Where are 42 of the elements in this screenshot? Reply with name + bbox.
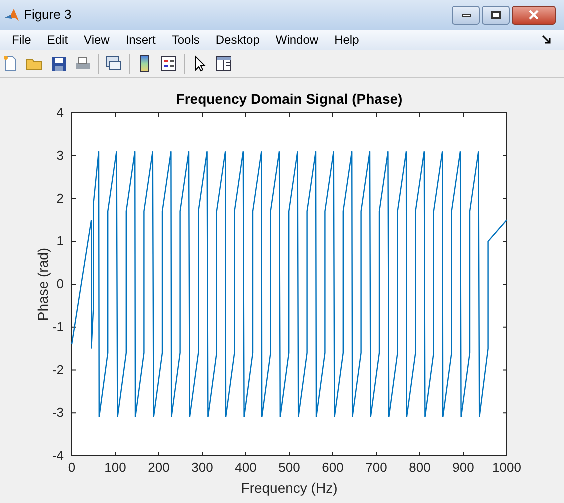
x-tick-label: 400 xyxy=(235,460,257,475)
x-tick-label: 700 xyxy=(366,460,388,475)
menu-item[interactable]: File xyxy=(4,31,40,49)
y-tick-label: 3 xyxy=(56,148,64,163)
maximize-button[interactable] xyxy=(482,6,510,24)
dock-arrow-icon[interactable] xyxy=(542,35,552,45)
y-tick-label: 0 xyxy=(56,276,64,292)
y-tick-label: 2 xyxy=(56,190,64,206)
y-tick-label: 1 xyxy=(56,234,64,249)
window-title: Figure 3 xyxy=(24,6,72,24)
x-tick-label: 0 xyxy=(68,460,76,475)
legend-icon[interactable] xyxy=(160,54,178,72)
y-tick-label: -1 xyxy=(52,319,64,334)
menu-item[interactable]: View xyxy=(76,31,118,49)
linked-windows-icon[interactable] xyxy=(105,54,123,72)
x-axis-label: Frequency (Hz) xyxy=(241,480,338,496)
menu-item[interactable]: Help xyxy=(326,31,368,49)
menu-item[interactable]: Insert xyxy=(118,31,164,49)
menu-item[interactable]: Tools xyxy=(164,31,208,49)
y-tick-label: -3 xyxy=(52,405,64,420)
y-tick-label: 4 xyxy=(56,105,64,120)
matlab-logo-icon xyxy=(4,7,20,23)
close-icon xyxy=(529,10,539,20)
x-tick-label: 500 xyxy=(278,460,300,475)
minimize-button[interactable] xyxy=(452,6,480,24)
y-tick-label: -4 xyxy=(52,448,64,463)
x-tick-label: 200 xyxy=(148,460,170,475)
y-tick-label: -2 xyxy=(52,362,64,378)
x-tick-label: 600 xyxy=(322,460,344,475)
x-tick-label: 100 xyxy=(104,460,126,475)
menu-item[interactable]: Edit xyxy=(39,31,76,49)
x-tick-label: 800 xyxy=(409,460,431,475)
close-button[interactable] xyxy=(512,6,556,24)
y-axis-label: Phase (rad) xyxy=(35,248,51,322)
x-tick-label: 900 xyxy=(452,460,474,475)
menu-item[interactable]: Desktop xyxy=(208,31,268,49)
panel-layout-icon[interactable] xyxy=(215,54,233,72)
x-tick-label: 300 xyxy=(192,460,214,475)
chart-title: Frequency Domain Signal (Phase) xyxy=(176,91,403,107)
x-tick-label: 1000 xyxy=(492,460,522,475)
menu-item[interactable]: Window xyxy=(268,31,327,49)
save-icon[interactable] xyxy=(50,54,68,72)
